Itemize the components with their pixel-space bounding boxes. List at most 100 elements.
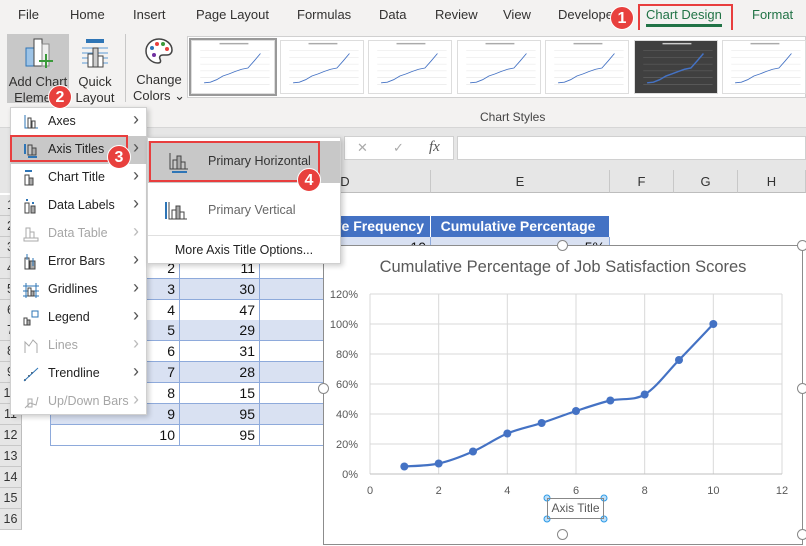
column-header-h[interactable]: H: [738, 170, 806, 193]
menu-item-gridlines[interactable]: Gridlines ›: [11, 276, 147, 304]
chevron-right-icon: ›: [133, 221, 139, 241]
data-point[interactable]: [675, 356, 683, 364]
cell-frequency[interactable]: 15: [180, 383, 260, 405]
chart-style-6[interactable]: [633, 40, 718, 94]
tab-insert[interactable]: Insert: [133, 7, 166, 22]
chevron-right-icon: ›: [133, 305, 139, 325]
row-header-14[interactable]: 14: [0, 466, 22, 488]
chart-resize-handle[interactable]: [797, 240, 806, 251]
row-header-15[interactable]: 15: [0, 487, 22, 509]
quick-layout-label-1: Quick: [78, 74, 112, 89]
row-header-12[interactable]: 12: [0, 424, 22, 446]
formula-buttons: ✕ ✓ fx: [344, 136, 454, 160]
cancel-icon[interactable]: ✕: [357, 140, 368, 156]
chart-style-2[interactable]: [279, 40, 364, 94]
menu-item-data-table[interactable]: Data Table ›: [11, 220, 147, 248]
data-point[interactable]: [434, 459, 443, 468]
tab-developer[interactable]: Developer: [558, 7, 616, 22]
cell-frequency[interactable]: 30: [180, 278, 260, 300]
chevron-right-icon: ›: [133, 333, 139, 353]
chart-resize-handle[interactable]: [797, 383, 806, 394]
menu-item-label: Trendline: [48, 366, 100, 380]
menu-item-error-bars[interactable]: Error Bars ›: [11, 248, 147, 276]
primary-vertical-icon: [165, 202, 187, 220]
tab-data[interactable]: Data: [379, 7, 406, 22]
enter-icon[interactable]: ✓: [393, 140, 404, 156]
menu-item-legend[interactable]: Legend ›: [11, 304, 147, 332]
cell-score[interactable]: 10: [50, 424, 180, 446]
x-tick-label: 12: [776, 485, 788, 497]
chart-style-preview: [731, 42, 801, 85]
lines-icon: [23, 338, 39, 354]
axes-icon: [23, 114, 39, 130]
column-header-e[interactable]: E: [431, 170, 610, 193]
cell-frequency[interactable]: 95: [180, 424, 260, 446]
data-point[interactable]: [606, 396, 615, 405]
tab-file[interactable]: File: [18, 7, 39, 22]
chevron-right-icon: ›: [133, 193, 139, 213]
cell-frequency[interactable]: 31: [180, 341, 260, 363]
x-tick-label: 8: [642, 485, 648, 497]
data-table-icon: [23, 226, 39, 242]
tab-view[interactable]: View: [503, 7, 531, 22]
chart-style-4[interactable]: [456, 40, 541, 94]
tab-format[interactable]: Format: [752, 7, 793, 22]
menu-item-chart-title[interactable]: Chart Title ›: [11, 164, 147, 192]
data-point[interactable]: [469, 447, 477, 456]
row-header-13[interactable]: 13: [0, 445, 22, 467]
quick-layout-button[interactable]: Quick Layout ⌄: [72, 34, 118, 121]
chart-style-7[interactable]: [722, 40, 806, 94]
column-header-g[interactable]: G: [674, 170, 738, 193]
cell-frequency[interactable]: 95: [180, 404, 260, 425]
menu-item-label: Error Bars: [48, 254, 105, 268]
menu-item-lines[interactable]: Lines ›: [11, 332, 147, 360]
change-colors-label-2: Colors ⌄: [132, 88, 186, 103]
y-tick-label: 0%: [342, 469, 358, 481]
x-tick-label: 4: [504, 485, 510, 497]
up-down-bars-icon: [23, 394, 39, 410]
data-point[interactable]: [537, 419, 546, 427]
data-point[interactable]: [640, 390, 649, 399]
data-point[interactable]: [709, 320, 718, 328]
quick-layout-text: Layout: [75, 90, 115, 105]
chart-style-1[interactable]: [189, 38, 277, 96]
data-point[interactable]: [503, 429, 512, 438]
formula-input[interactable]: [457, 136, 806, 160]
menu-item-trendline[interactable]: Trendline ›: [11, 360, 147, 388]
menu-item-data-labels[interactable]: Data Labels ›: [11, 192, 147, 220]
change-colors-button[interactable]: Change Colors ⌄: [132, 34, 186, 103]
cell-frequency[interactable]: 29: [180, 320, 260, 342]
tab-review[interactable]: Review: [435, 7, 478, 22]
y-tick-label: 80%: [336, 349, 358, 361]
cell-frequency[interactable]: 47: [180, 299, 260, 321]
chart-style-3[interactable]: [368, 40, 452, 94]
submenu-primary-vertical[interactable]: Primary Vertical: [148, 188, 340, 230]
change-colors-text: Colors: [132, 88, 171, 103]
tab-formulas[interactable]: Formulas: [297, 7, 351, 22]
y-tick-label: 60%: [336, 379, 358, 391]
tab-page-layout[interactable]: Page Layout: [196, 7, 269, 22]
row-header-16[interactable]: 16: [0, 508, 22, 530]
data-point[interactable]: [400, 462, 409, 471]
chart[interactable]: Cumulative Percentage of Job Satisfactio…: [323, 245, 803, 545]
tab-home[interactable]: Home: [70, 7, 105, 22]
axis-title-box[interactable]: Axis Title: [547, 498, 604, 519]
cell-frequency[interactable]: 28: [180, 362, 260, 384]
chart-style-5[interactable]: [545, 40, 629, 94]
chart-style-preview: [465, 42, 536, 85]
insert-function-icon[interactable]: fx: [429, 139, 440, 156]
chart-style-preview: [288, 42, 359, 85]
menu-item-axes[interactable]: Axes ›: [11, 108, 147, 136]
menu-item-label: Axes: [48, 114, 76, 128]
chart-resize-handle[interactable]: [557, 240, 568, 251]
header-cumulative-percentage: Cumulative Percentage: [431, 215, 610, 238]
y-tick-label: 120%: [330, 289, 358, 301]
menu-item-up-down-bars[interactable]: Up/Down Bars ›: [11, 388, 147, 416]
chart-resize-handle[interactable]: [318, 383, 329, 394]
column-header-f[interactable]: F: [610, 170, 674, 193]
chart-style-preview: [200, 42, 270, 85]
submenu-divider: [148, 235, 340, 236]
data-point[interactable]: [572, 407, 580, 415]
series-line[interactable]: [404, 323, 715, 468]
more-axis-title-options[interactable]: More Axis Title Options...: [148, 238, 340, 262]
